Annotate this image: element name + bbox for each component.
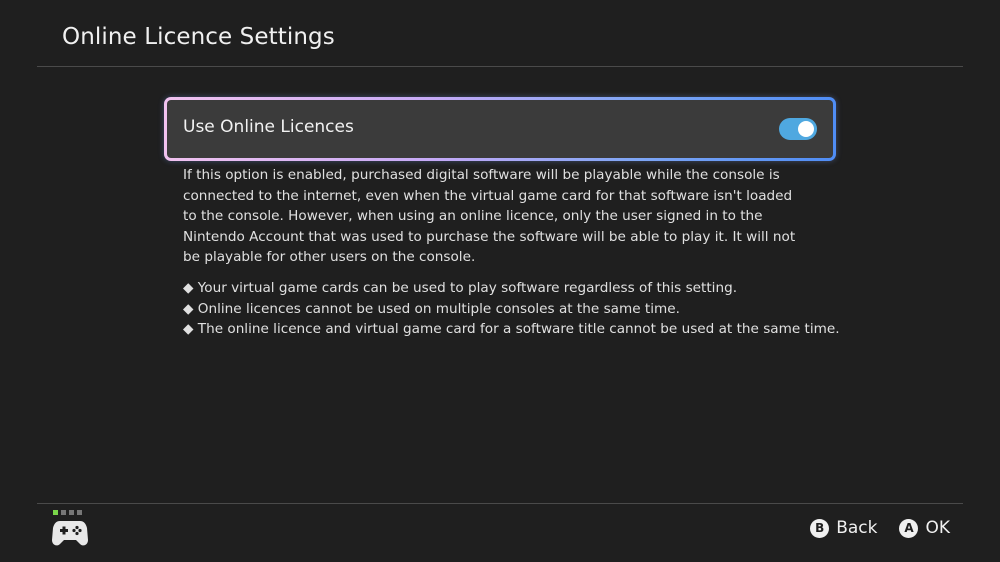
note-item: ◆ The online licence and virtual game ca… xyxy=(183,321,840,338)
use-online-licences-toggle[interactable] xyxy=(779,118,817,140)
toggle-knob xyxy=(798,121,814,137)
a-button-icon: A xyxy=(899,518,919,538)
page-title: Online Licence Settings xyxy=(62,24,335,50)
back-button[interactable]: B Back xyxy=(810,518,877,538)
notes-list: ◆ Your virtual game cards can be used to… xyxy=(183,278,840,340)
back-label: Back xyxy=(836,518,878,538)
player-dot-2 xyxy=(61,510,66,515)
note-item: ◆ Online licences cannot be used on mult… xyxy=(183,300,680,317)
ok-button[interactable]: A OK xyxy=(899,518,950,538)
player-dot-1 xyxy=(53,510,58,515)
ok-label: OK xyxy=(925,518,950,538)
use-online-licences-setting[interactable]: Use Online Licences xyxy=(164,97,836,161)
controller-status[interactable] xyxy=(52,510,88,550)
setting-description: If this option is enabled, purchased dig… xyxy=(183,167,796,266)
footer-divider xyxy=(37,503,963,504)
player-indicator xyxy=(53,510,82,515)
note-item: ◆ Your virtual game cards can be used to… xyxy=(183,280,738,296)
controller-icon xyxy=(52,521,88,546)
header-divider xyxy=(37,66,963,67)
setting-label: Use Online Licences xyxy=(183,117,354,137)
player-dot-4 xyxy=(77,510,82,515)
footer-actions: B Back A OK xyxy=(810,518,950,538)
b-button-icon: B xyxy=(810,518,830,538)
player-dot-3 xyxy=(69,510,74,515)
